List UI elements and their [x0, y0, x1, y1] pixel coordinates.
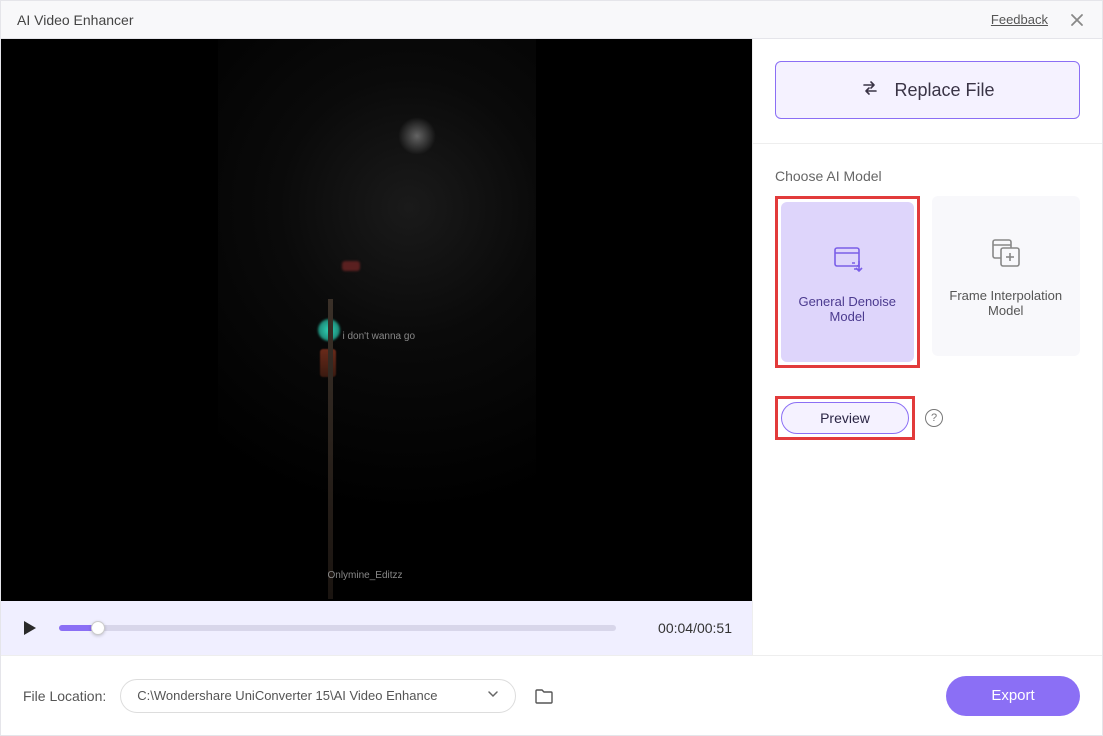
file-location-select[interactable]: C:\Wondershare UniConverter 15\AI Video … — [120, 679, 516, 713]
help-glyph: ? — [931, 412, 937, 424]
footer: File Location: C:\Wondershare UniConvert… — [1, 655, 1102, 735]
models-row: General Denoise Model Frame Interpolatio… — [775, 196, 1080, 368]
denoise-icon — [829, 241, 865, 280]
replace-file-button[interactable]: Replace File — [775, 61, 1080, 119]
chevron-down-icon — [487, 688, 499, 703]
video-preview: i don't wanna go Onlymine_Editzz — [1, 39, 752, 601]
annotation-highlight-preview: Preview — [775, 396, 915, 440]
player-controls: 00:04/00:51 — [1, 601, 752, 655]
video-pane: i don't wanna go Onlymine_Editzz 00:04/0… — [1, 39, 752, 655]
close-icon[interactable] — [1068, 11, 1086, 29]
export-label: Export — [991, 687, 1034, 704]
help-icon[interactable]: ? — [925, 409, 943, 427]
preview-label: Preview — [820, 410, 870, 426]
content-area: i don't wanna go Onlymine_Editzz 00:04/0… — [1, 39, 1102, 655]
traffic-pole — [328, 299, 333, 599]
model-card-label: General Denoise Model — [789, 294, 906, 324]
video-watermark: Onlymine_Editzz — [328, 570, 403, 581]
swap-icon — [860, 78, 880, 103]
progress-thumb[interactable] — [91, 621, 105, 635]
preview-button[interactable]: Preview — [781, 402, 909, 434]
traffic-red-light-top — [342, 261, 360, 271]
preview-row: Preview ? — [775, 396, 1080, 440]
file-location-path: C:\Wondershare UniConverter 15\AI Video … — [137, 688, 437, 703]
play-button[interactable] — [21, 617, 43, 639]
divider — [753, 143, 1102, 144]
export-button[interactable]: Export — [946, 676, 1080, 716]
options-pane: Replace File Choose AI Model General Den… — [752, 39, 1102, 655]
progress-bar[interactable] — [59, 625, 616, 631]
replace-file-label: Replace File — [894, 80, 994, 101]
feedback-link[interactable]: Feedback — [991, 12, 1048, 27]
file-location-label: File Location: — [23, 688, 106, 704]
annotation-highlight-model: General Denoise Model — [775, 196, 920, 368]
frame-interpolation-icon — [988, 235, 1024, 274]
title-right: Feedback — [991, 11, 1086, 29]
model-card-label: Frame Interpolation Model — [940, 288, 1073, 318]
title-bar: AI Video Enhancer Feedback — [1, 1, 1102, 39]
model-card-general-denoise[interactable]: General Denoise Model — [781, 202, 914, 362]
app-window: AI Video Enhancer Feedback i don't wanna… — [0, 0, 1103, 736]
video-subtitle: i don't wanna go — [343, 331, 416, 342]
choose-model-label: Choose AI Model — [775, 168, 1080, 184]
video-frame: i don't wanna go Onlymine_Editzz — [218, 39, 536, 601]
time-display: 00:04/00:51 — [632, 620, 732, 636]
window-title: AI Video Enhancer — [17, 12, 134, 28]
open-folder-button[interactable] — [530, 682, 558, 710]
light-glow — [398, 117, 436, 155]
model-card-frame-interpolation[interactable]: Frame Interpolation Model — [932, 196, 1081, 356]
